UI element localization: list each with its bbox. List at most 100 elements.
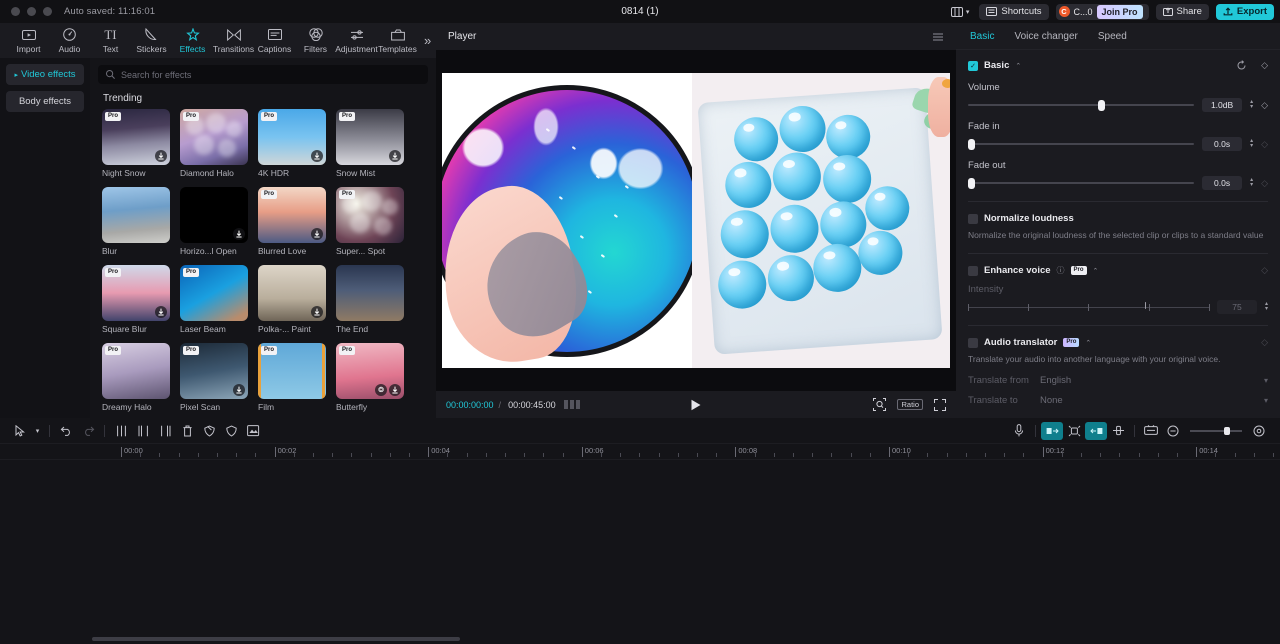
collapse-chevron-icon[interactable]: ⌃ — [1093, 267, 1099, 275]
normalize-row[interactable]: Normalize loudness — [968, 213, 1268, 224]
nav-item-captions[interactable]: Captions — [254, 27, 295, 54]
fullscreen-button[interactable] — [934, 398, 946, 411]
translate-from-row[interactable]: Translate from English ▾ — [968, 375, 1268, 386]
basic-checkbox[interactable]: ✓ — [968, 60, 978, 71]
intensity-stepper[interactable]: ▴ ▾ — [1265, 301, 1268, 312]
zoom-out-button[interactable] — [1162, 422, 1184, 440]
effect-card[interactable]: Pro Laser Beam — [180, 265, 248, 334]
normalize-checkbox[interactable] — [968, 213, 978, 224]
download-icon[interactable] — [233, 228, 245, 240]
fade-in-stepper[interactable]: ▴ ▾ — [1250, 138, 1253, 149]
trim-right-button[interactable] — [154, 422, 176, 440]
volume-value[interactable]: 1.0dB — [1202, 98, 1243, 112]
close-window-button[interactable] — [11, 7, 20, 16]
tool-dropdown-button[interactable]: ▾ — [31, 422, 44, 440]
preview-render-button[interactable] — [1140, 422, 1162, 440]
timeline-zoom-slider[interactable] — [1190, 426, 1242, 435]
rail-item-body-effects[interactable]: Body effects — [6, 91, 84, 112]
keyframe-basic-button[interactable]: ◇ — [1261, 60, 1268, 71]
download-icon[interactable] — [311, 228, 323, 240]
split-button[interactable] — [110, 422, 132, 440]
tab-voice-changer[interactable]: Voice changer — [1014, 31, 1077, 42]
enhance-voice-checkbox[interactable] — [968, 265, 978, 276]
enhance-voice-row[interactable]: Enhance voice ⓘ Pro ⌃ ◇ — [968, 265, 1268, 276]
tab-speed[interactable]: Speed — [1098, 31, 1127, 42]
nav-item-filters[interactable]: Filters — [295, 27, 336, 54]
window-controls[interactable]: Auto saved: 11:16:01 — [0, 6, 155, 17]
effect-card[interactable]: Pro Blurred Love — [258, 187, 326, 256]
rail-item-video-effects[interactable]: ▸ Video effects — [6, 64, 84, 85]
layout-switcher-button[interactable]: ▾ — [948, 4, 973, 20]
ratio-button[interactable]: Ratio — [897, 399, 923, 410]
nav-item-templates[interactable]: Templates — [377, 27, 418, 54]
effect-card[interactable]: Pro Pixel Scan — [180, 343, 248, 412]
nav-item-transitions[interactable]: Transitions — [213, 27, 254, 54]
nav-more-button[interactable]: » — [424, 33, 431, 48]
effect-card[interactable]: Pro Film — [258, 343, 326, 412]
join-pro-button[interactable]: Join Pro — [1096, 4, 1143, 19]
timeline-horizontal-scrollbar[interactable] — [92, 637, 460, 641]
collapse-chevron-icon[interactable]: ⌃ — [1015, 62, 1021, 70]
effect-card[interactable]: Horizo...l Open — [180, 187, 248, 256]
download-icon[interactable] — [389, 384, 401, 396]
effect-card[interactable]: Pro Square Blur — [102, 265, 170, 334]
auto-reframe-button[interactable] — [1063, 422, 1085, 440]
reset-basic-button[interactable] — [1236, 60, 1247, 71]
play-button[interactable] — [691, 399, 702, 411]
shortcuts-button[interactable]: Shortcuts — [979, 3, 1049, 20]
maximize-window-button[interactable] — [43, 7, 52, 16]
frame-view-icon[interactable] — [563, 400, 580, 409]
minimize-window-button[interactable] — [27, 7, 36, 16]
zoom-fit-button[interactable] — [1248, 422, 1270, 440]
search-effects-field[interactable]: Search for effects — [98, 65, 428, 84]
fade-in-value[interactable]: 0.0s — [1202, 137, 1243, 151]
download-icon[interactable] — [311, 306, 323, 318]
undo-button[interactable] — [55, 422, 77, 440]
mask-button[interactable] — [198, 422, 220, 440]
effect-card[interactable]: Pro Snow Mist — [336, 109, 404, 178]
download-icon[interactable] — [233, 384, 245, 396]
audio-translator-checkbox[interactable] — [968, 337, 978, 348]
export-button[interactable]: Export — [1215, 3, 1274, 20]
audio-translator-row[interactable]: Audio translator Pro ⌃ ◇ — [968, 337, 1268, 348]
collapse-chevron-icon[interactable]: ⌃ — [1085, 339, 1091, 347]
volume-slider[interactable] — [968, 100, 1195, 111]
effect-card[interactable]: Pro Night Snow — [102, 109, 170, 178]
intensity-slider[interactable] — [968, 301, 1210, 311]
effect-card[interactable]: The End — [336, 265, 404, 334]
volume-stepper[interactable]: ▴ ▾ — [1250, 99, 1253, 110]
nav-item-stickers[interactable]: Stickers — [131, 27, 172, 54]
credits-button[interactable]: C C...0 Join Pro — [1055, 3, 1149, 20]
translate-to-row[interactable]: Translate to None ▾ — [968, 395, 1268, 406]
keyframe-volume-button[interactable]: ◇ — [1261, 100, 1268, 111]
download-icon[interactable] — [311, 150, 323, 162]
fade-out-stepper[interactable]: ▴ ▾ — [1250, 177, 1253, 188]
player-stage[interactable] — [436, 50, 956, 391]
nav-item-effects[interactable]: Effects — [172, 27, 213, 54]
link-clips-button[interactable] — [1107, 422, 1129, 440]
effect-card[interactable]: Pro Super... Spot — [336, 187, 404, 256]
select-tool-button[interactable] — [9, 422, 31, 440]
info-icon[interactable]: ⓘ — [1057, 265, 1065, 276]
download-icon[interactable] — [155, 306, 167, 318]
trim-left-button[interactable] — [132, 422, 154, 440]
fade-out-slider[interactable] — [968, 178, 1195, 189]
download-icon[interactable] — [389, 150, 401, 162]
nav-item-import[interactable]: Import — [8, 27, 49, 54]
auto-cut-right-button[interactable] — [1085, 421, 1107, 440]
zoom-preview-button[interactable] — [873, 398, 887, 411]
delete-button[interactable] — [176, 422, 198, 440]
player-menu-button[interactable] — [932, 32, 944, 42]
effect-card[interactable]: Polka-... Paint — [258, 265, 326, 334]
freeze-frame-button[interactable] — [242, 422, 264, 440]
effect-card[interactable]: Pro ❂ Butterfly — [336, 343, 404, 412]
nav-item-adjustment[interactable]: Adjustment — [335, 27, 378, 54]
tab-basic[interactable]: Basic — [970, 31, 994, 42]
record-voiceover-button[interactable] — [1008, 422, 1030, 440]
favorite-icon[interactable]: ❂ — [375, 384, 387, 396]
nav-item-text[interactable]: TI Text — [90, 27, 131, 54]
effect-card[interactable]: Pro 4K HDR — [258, 109, 326, 178]
effect-card[interactable]: Blur — [102, 187, 170, 256]
nav-item-audio[interactable]: Audio — [49, 27, 90, 54]
share-button[interactable]: Share — [1155, 3, 1209, 20]
